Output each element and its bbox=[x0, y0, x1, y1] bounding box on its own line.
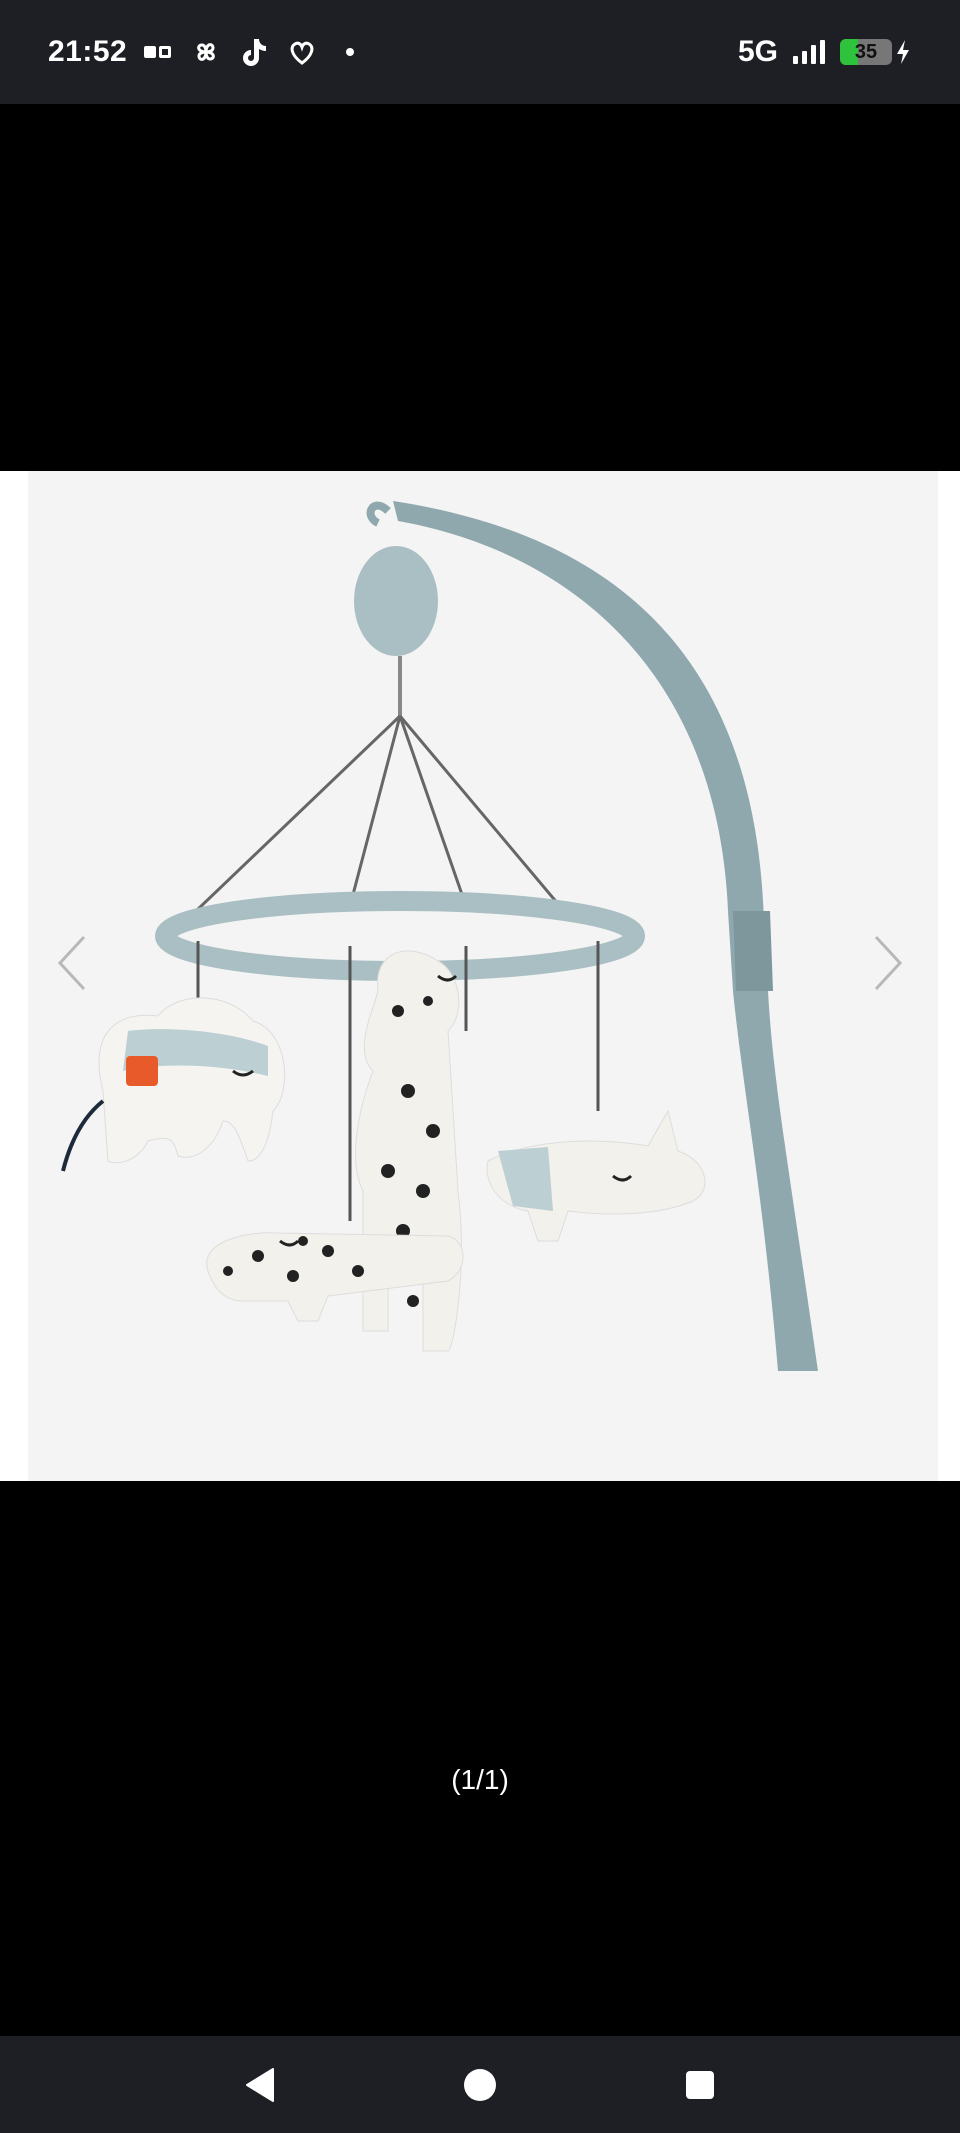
system-navigation-bar bbox=[0, 2036, 960, 2133]
network-type: 5G bbox=[737, 35, 778, 68]
home-circle-icon[interactable] bbox=[450, 2055, 510, 2115]
product-image bbox=[28, 471, 938, 1481]
image-counter: (1/1) bbox=[451, 1764, 509, 1795]
pinwheel-icon bbox=[189, 35, 223, 69]
sim-icon bbox=[141, 35, 175, 69]
status-right: 5G 35 bbox=[738, 35, 912, 69]
tiktok-icon bbox=[237, 35, 271, 69]
image-viewer: (1/1) bbox=[0, 104, 960, 2036]
back-triangle-icon[interactable] bbox=[230, 2055, 290, 2115]
battery-icon: 35 bbox=[840, 39, 892, 65]
baby-mobile-illustration bbox=[61, 501, 818, 1371]
recents-square-icon[interactable] bbox=[670, 2055, 730, 2115]
clock: 21:52 bbox=[48, 35, 128, 68]
image-frame[interactable] bbox=[0, 471, 960, 1481]
charging-icon bbox=[894, 35, 912, 69]
chevron-right-icon[interactable] bbox=[866, 931, 910, 995]
battery-percent: 35 bbox=[854, 40, 878, 63]
heart-hands-icon bbox=[285, 35, 319, 69]
status-left: 21:52 bbox=[48, 35, 367, 69]
status-bar: 21:52 5G 35 bbox=[0, 0, 960, 104]
dot-icon bbox=[333, 35, 367, 69]
signal-icon bbox=[792, 35, 826, 69]
chevron-left-icon[interactable] bbox=[50, 931, 94, 995]
